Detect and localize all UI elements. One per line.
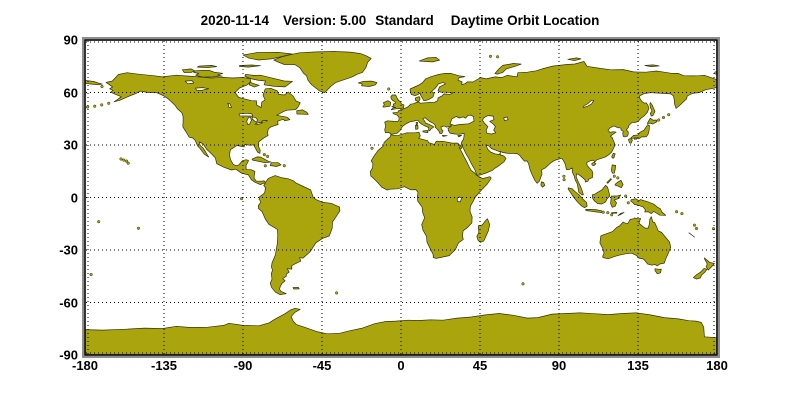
islet	[496, 56, 499, 59]
x-tick-label-180: 180	[706, 358, 728, 373]
map-layer	[85, 41, 717, 355]
land-sulawesi	[611, 195, 621, 207]
islet	[667, 113, 670, 116]
land-borneo	[592, 185, 610, 204]
islet	[681, 212, 684, 215]
y-tick-label-90: 90	[28, 33, 78, 48]
islet	[607, 211, 610, 214]
land-severnaya-zemlya	[568, 58, 581, 61]
y-tick-label--60: -60	[28, 295, 78, 310]
land-new-guinea	[631, 199, 666, 216]
x-tick-label--90: -90	[234, 358, 253, 373]
world-map-plot	[0, 0, 800, 400]
islet	[90, 273, 93, 276]
land-kyushu	[629, 139, 633, 144]
y-tick-label--30: -30	[28, 243, 78, 258]
islet	[371, 147, 374, 150]
land-hispaniola	[270, 163, 281, 167]
land-honshu	[631, 125, 650, 139]
x-tick-label-0: 0	[397, 358, 404, 373]
land-antarctica	[85, 308, 717, 355]
islet	[107, 102, 110, 105]
lake-lake-ontario	[261, 121, 267, 122]
land-taiwan	[612, 153, 615, 158]
land-cyprus	[458, 135, 462, 137]
islet	[563, 175, 566, 178]
land-mindanao	[615, 180, 623, 187]
x-tick-label-135: 135	[627, 358, 649, 373]
land-java	[586, 209, 603, 212]
islet	[266, 155, 269, 158]
land-palawan	[607, 179, 612, 184]
islet	[283, 164, 286, 167]
islet	[662, 116, 665, 119]
land-svalbard	[419, 58, 439, 62]
land-sicily	[423, 131, 428, 133]
islet	[563, 178, 566, 181]
land-new-caledonia	[689, 233, 695, 237]
x-tick-label-90: 90	[552, 358, 566, 373]
islet	[675, 210, 678, 213]
islet	[93, 105, 96, 108]
y-tick-label--90: -90	[28, 348, 78, 363]
islet	[627, 202, 630, 205]
islet	[489, 55, 492, 58]
land-new-siberian-islands	[645, 65, 659, 67]
land-sardinia	[415, 125, 418, 129]
islet	[123, 159, 126, 162]
islet	[86, 106, 89, 109]
islet	[100, 104, 103, 107]
land-tasmania	[655, 269, 661, 274]
land-luzon	[612, 165, 616, 173]
islet	[610, 214, 613, 217]
land-great-britain	[391, 95, 404, 110]
islet	[120, 158, 123, 161]
islet	[127, 162, 130, 165]
islet	[602, 211, 605, 214]
land-sri-lanka	[541, 182, 545, 187]
islet	[657, 119, 660, 122]
land-melville-island	[197, 65, 216, 67]
islet	[522, 283, 525, 286]
islet	[695, 227, 698, 230]
land-newfoundland	[297, 110, 309, 115]
land-crete	[442, 135, 447, 136]
y-tick-label-0: 0	[28, 190, 78, 205]
land-new-zealand-south	[693, 268, 707, 279]
islet	[617, 177, 620, 180]
land-ireland	[383, 101, 391, 108]
land-falkland-islands	[293, 287, 299, 289]
islet	[97, 220, 100, 223]
x-tick-label--135: -135	[151, 358, 177, 373]
land-victoria-island	[194, 70, 223, 77]
land-south-america	[258, 176, 340, 295]
islet	[693, 224, 696, 227]
land-flores	[612, 212, 617, 213]
land-chukotka-wrap	[85, 80, 102, 85]
islet	[264, 165, 267, 168]
lake-lake-superior	[239, 113, 253, 116]
y-tick-label-30: 30	[28, 138, 78, 153]
islet	[137, 227, 140, 230]
land-hokkaido	[648, 118, 658, 124]
x-tick-label-45: 45	[473, 358, 487, 373]
land-iceland	[358, 81, 377, 86]
x-tick-label--45: -45	[313, 358, 332, 373]
land-australia	[600, 217, 671, 266]
islet	[101, 85, 104, 88]
land-timor	[618, 212, 624, 215]
land-madagascar	[477, 219, 490, 243]
land-new-zealand-north	[704, 258, 714, 270]
land-novaya-zemlya	[495, 64, 521, 75]
land-banks-island	[182, 69, 194, 73]
islet	[387, 88, 390, 91]
land-corsica	[416, 122, 418, 125]
land-sakhalin	[650, 103, 655, 117]
land-southampton-island	[249, 82, 259, 87]
land-hainan	[592, 162, 596, 165]
islet	[335, 292, 338, 295]
islet	[263, 153, 266, 156]
islet	[613, 175, 616, 178]
y-tick-label-60: 60	[28, 85, 78, 100]
